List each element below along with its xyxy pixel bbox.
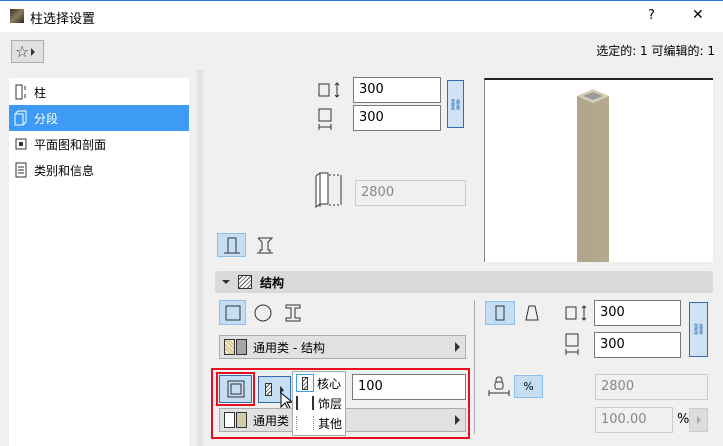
material-swatch-icon [236,339,247,355]
veneer-material-label: 通用类 - [253,413,298,428]
title-bar: 柱选择设置 ? ✕ [0,0,723,32]
menu-item-core[interactable]: 核心 [293,373,345,393]
sidebar-item-label: 分段 [34,111,59,126]
floor-plan-section-icon [14,136,28,152]
sidebar-item-segment[interactable]: 分段 [9,105,189,131]
app-icon [10,9,24,23]
material-swatch-icon [236,412,247,428]
section-title: 结构 [260,275,285,290]
column-straight-toggle[interactable] [217,233,246,257]
help-button[interactable]: ? [648,8,655,23]
veneer-icon [296,396,314,410]
tapered-profile-icon [525,305,539,321]
favorites-button[interactable]: ☆ [11,40,44,63]
building-material-dropdown[interactable]: 通用类 - 结构 [219,335,466,359]
scrollbar[interactable] [197,70,203,446]
caret-right-icon [455,415,460,425]
caret-right-icon [696,416,701,424]
width-input[interactable]: 300 [353,77,441,103]
core-skin-button[interactable] [219,375,252,403]
menu-item-other[interactable]: 其他 [293,413,345,433]
selection-status: 选定的: 1 可编辑的: 1 [596,44,715,58]
menu-item-veneer[interactable]: 饰层 [293,393,345,413]
capital-column-icon [256,237,273,254]
straight-column-icon [223,237,240,254]
depth-icon [318,108,334,133]
sidebar-item-column[interactable]: 柱 [9,79,189,105]
i-beam-icon [285,304,300,321]
section-header-structure[interactable]: 结构 [215,271,713,293]
collapse-triangle-icon [222,280,230,284]
tapered-profile-button[interactable] [517,301,547,325]
percent-label: % [523,380,534,393]
hatch-icon [238,275,252,289]
column-preview-image [577,89,609,262]
structure-height-input: 2800 [595,374,708,400]
straight-profile-button[interactable] [485,301,515,325]
lock-icon[interactable] [488,376,510,399]
shape-profile-button[interactable] [279,300,306,325]
core-hatch-icon [265,383,272,396]
width-icon [318,82,342,101]
percent-menu-button [689,408,708,432]
rectangle-icon [225,305,240,320]
material-swatch-icon [224,339,235,355]
core-icon [296,374,314,392]
core-thickness-input[interactable]: 100 [352,374,466,400]
depth-icon [565,333,581,358]
depth-input[interactable]: 300 [353,105,441,131]
column-height-icon [314,172,346,215]
sidebar-item-floor-plan-section[interactable]: 平面图和剖面 [9,131,189,157]
core-skin-icon [227,380,244,398]
structure-width-input[interactable]: 300 [594,300,681,326]
preview-3d[interactable] [484,78,713,262]
menu-item-label: 核心 [317,376,342,391]
percent-unit: % [677,412,690,427]
chain-link-icon: ⛓ [449,97,462,111]
shape-rectangular-button[interactable] [219,300,246,325]
segment-icon [14,110,28,126]
star-icon: ☆ [15,42,30,61]
sidebar-item-classification-info[interactable]: 类别和信息 [9,157,189,183]
percent-input: 100.00 [595,407,673,433]
circle-icon [254,304,271,321]
other-icon [296,416,314,430]
shape-circular-button[interactable] [249,300,276,325]
caret-right-icon [455,342,460,352]
structure-depth-input[interactable]: 300 [594,332,681,358]
classification-info-icon [14,162,28,178]
component-type-menu: 核心 饰层 其他 [292,371,346,436]
caret-right-icon [31,47,36,56]
material-swatch-icon [224,412,235,428]
menu-item-label: 饰层 [318,396,343,411]
chain-link-icon: ⛓ [691,323,706,336]
sidebar-item-label: 平面图和剖面 [34,137,107,152]
width-icon [565,305,589,324]
sidebar-item-label: 类别和信息 [34,163,95,178]
close-button[interactable]: ✕ [692,7,704,23]
height-input: 2800 [355,180,466,206]
link-dimensions-button[interactable]: ⛓ [447,80,464,128]
column-capital-toggle[interactable] [250,233,279,257]
divider [474,300,475,434]
link-structure-dimensions-button[interactable]: ⛓ [689,302,708,357]
percent-toggle-button[interactable]: % [514,375,543,398]
straight-profile-icon [495,305,505,321]
menu-item-label: 其他 [318,416,343,431]
window-title: 柱选择设置 [30,12,96,27]
column-icon [14,84,28,100]
sidebar-item-label: 柱 [34,85,47,100]
building-material-label: 通用类 - 结构 [253,340,325,355]
